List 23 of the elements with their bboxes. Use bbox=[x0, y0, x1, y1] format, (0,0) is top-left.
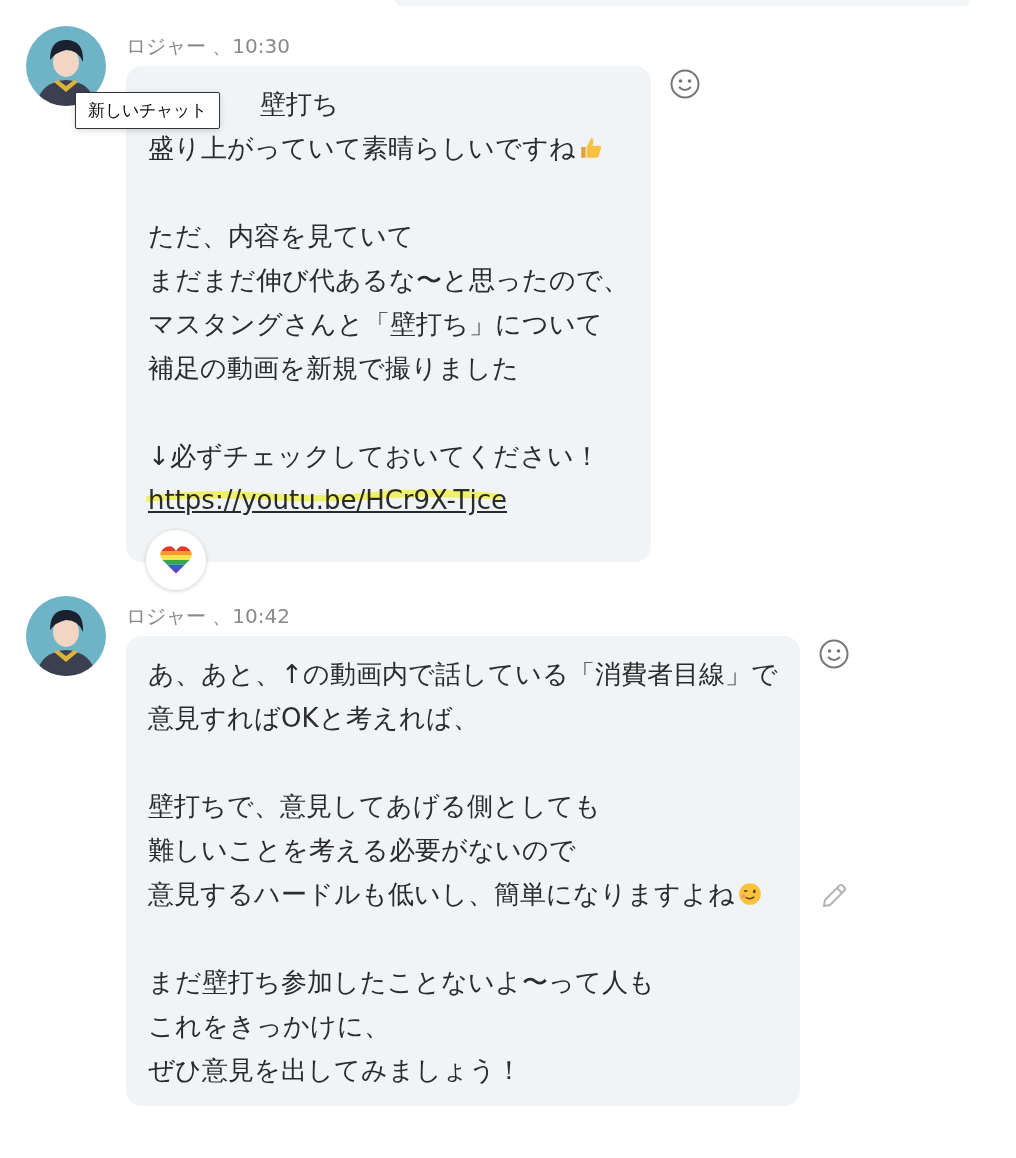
message-text: 意見すればOKと考えれば、 bbox=[148, 702, 479, 735]
message-text: 補足の動画を新規で撮りました bbox=[148, 352, 519, 385]
message-text: ぜひ意見を出してみましょう！ bbox=[148, 1054, 522, 1087]
message-text: あ、あと、↑の動画内で話している「消費者目線」で bbox=[148, 658, 778, 691]
emoji-reaction-icon[interactable] bbox=[817, 638, 850, 670]
emoji-reaction-icon[interactable] bbox=[669, 68, 701, 100]
reaction-button[interactable] bbox=[146, 530, 206, 590]
message-text: 壁打ち bbox=[260, 88, 339, 121]
winking-face-icon bbox=[737, 881, 763, 907]
author-time: ロジャー 、10:30 bbox=[126, 33, 291, 60]
message-text: まだまだ伸び代あるな〜と思ったので、 bbox=[148, 264, 629, 297]
message-text: これをきっかけに、 bbox=[148, 1010, 390, 1043]
message-text: ただ、内容を見ていて bbox=[148, 220, 414, 253]
message-text: 難しいことを考える必要がないので bbox=[148, 834, 576, 867]
message-text: ↓必ずチェックしておいてください！ bbox=[148, 440, 600, 473]
message-text: 意見するハードルも低いし、簡単になりますよね bbox=[148, 878, 735, 911]
tooltip: 新しいチャット bbox=[75, 92, 220, 129]
message-text: まだ壁打ち参加したことないよ〜って人も bbox=[148, 966, 655, 999]
thumbs-up-icon bbox=[578, 135, 604, 161]
author-time: ロジャー 、10:42 bbox=[126, 603, 291, 630]
message-text: マスタングさんと「壁打ち」について bbox=[148, 308, 603, 341]
message-text: 盛り上がっていて素晴らしいですね bbox=[148, 132, 576, 165]
message-text: 壁打ちで、意見してあげる側としても bbox=[148, 790, 601, 823]
